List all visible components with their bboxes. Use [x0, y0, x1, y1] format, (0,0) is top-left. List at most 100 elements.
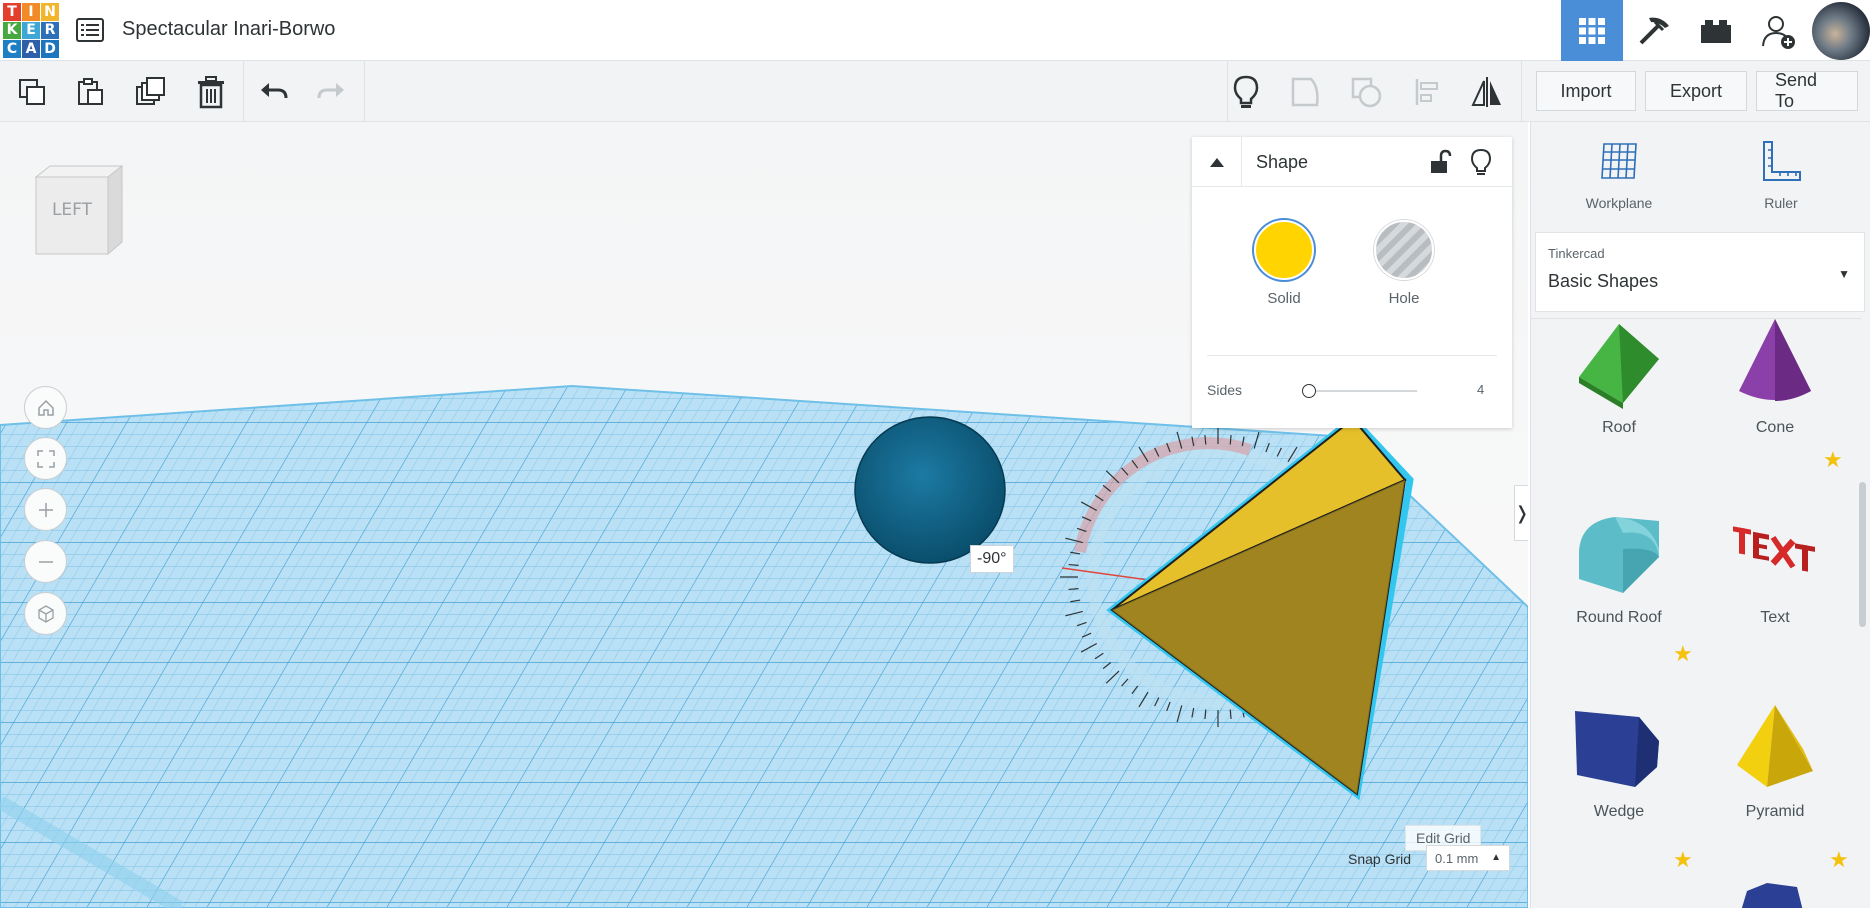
edit-toolbar: Import Export Send To	[0, 61, 1870, 122]
shape-name: Wedge	[1593, 803, 1645, 820]
design-title[interactable]: Spectacular Inari-Borwo	[122, 18, 335, 41]
ungroup-button[interactable]	[1344, 70, 1388, 114]
toolbar-divider	[243, 61, 244, 122]
fit-view-button[interactable]	[24, 437, 67, 480]
list-icon	[76, 18, 104, 42]
shape-text[interactable]: Text	[1705, 509, 1845, 669]
shape-roof[interactable]: Roof	[1549, 319, 1689, 479]
pyramid-shape-icon	[1737, 705, 1813, 787]
logo-letter: K	[3, 21, 21, 40]
group-icon	[1291, 77, 1319, 107]
user-avatar[interactable]	[1812, 2, 1870, 60]
workplane-tool[interactable]: Workplane	[1569, 138, 1669, 211]
3d-workspace[interactable]: LEFT Shape Solid Hole Sides 4 -90° Edit …	[0, 122, 1528, 908]
shape-library-select[interactable]: Tinkercad Basic Shapes ▼	[1535, 232, 1865, 312]
bricks-icon	[1701, 19, 1731, 43]
shape-name: Pyramid	[1745, 803, 1805, 820]
design-list-button[interactable]	[74, 14, 106, 46]
star-icon: ★	[1829, 847, 1849, 872]
roof-shape-icon	[1579, 324, 1659, 409]
dropdown-arrow-icon: ▼	[1838, 267, 1850, 281]
cone-shape-icon	[1739, 319, 1811, 401]
sides-slider-track[interactable]	[1307, 390, 1417, 392]
zoom-in-button[interactable]	[24, 488, 67, 531]
collapse-panel-button[interactable]: ❭	[1514, 485, 1528, 541]
trash-icon	[198, 76, 224, 109]
group-button[interactable]	[1284, 70, 1328, 114]
logo-letter: N	[41, 3, 59, 21]
pickaxe-icon	[1639, 17, 1669, 44]
hole-option[interactable]: Hole	[1374, 220, 1434, 307]
shape-pyramid[interactable]: Pyramid	[1705, 703, 1845, 863]
duplicate-icon	[136, 77, 165, 105]
sides-label: Sides	[1207, 382, 1243, 398]
triangle-up-icon: ▲	[1491, 852, 1501, 863]
sides-control: Sides 4	[1207, 355, 1497, 415]
lightbulb-icon	[1470, 148, 1492, 175]
tinkercad-logo[interactable]: T I N K E R C A D	[3, 3, 59, 58]
solid-swatch[interactable]	[1254, 220, 1314, 280]
logo-letter: D	[41, 40, 59, 58]
bricks-view-button[interactable]	[1685, 0, 1747, 61]
logo-letter: R	[41, 21, 59, 40]
lock-button[interactable]	[1424, 147, 1454, 177]
ungroup-icon	[1351, 77, 1382, 108]
top-bar: T I N K E R C A D Spectacular Inari-Borw…	[0, 0, 1870, 61]
duplicate-button[interactable]	[129, 70, 173, 114]
perspective-button[interactable]	[24, 592, 67, 635]
shape-grid: Roof Cone ★ Round Roof Text ★ Wedge Pyra…	[1531, 318, 1861, 908]
lightbulb-icon	[1233, 75, 1259, 108]
invite-user-button[interactable]	[1747, 0, 1809, 61]
shapes-scrollbar[interactable]	[1859, 482, 1866, 627]
workplane-label: Workplane	[1585, 195, 1653, 211]
inspector-title: Shape	[1256, 152, 1309, 172]
add-user-icon	[1762, 15, 1795, 49]
shape-wedge[interactable]: Wedge	[1549, 703, 1689, 863]
paste-icon	[78, 78, 103, 105]
snap-grid-label: Snap Grid	[1348, 851, 1412, 867]
plus-icon	[38, 502, 53, 517]
copy-button[interactable]	[10, 70, 54, 114]
show-all-button[interactable]	[1224, 70, 1268, 114]
redo-button[interactable]	[309, 70, 353, 114]
import-button[interactable]: Import	[1536, 71, 1636, 111]
hole-label: Hole	[1388, 290, 1420, 307]
logo-letter: A	[22, 40, 40, 58]
hole-swatch[interactable]	[1374, 220, 1434, 280]
paste-button[interactable]	[68, 70, 112, 114]
logo-letter: C	[3, 40, 21, 58]
wedge-shape-icon	[1575, 711, 1659, 787]
shape-name: Text	[1760, 609, 1790, 626]
home-view-button[interactable]	[24, 386, 67, 429]
ruler-tool[interactable]: Ruler	[1731, 138, 1831, 211]
blocks-view-button[interactable]	[1623, 0, 1685, 61]
shape-round-roof[interactable]: Round Roof	[1549, 509, 1689, 669]
shape-inspector: Shape Solid Hole Sides 4	[1192, 137, 1512, 428]
logo-letter: T	[3, 3, 21, 21]
delete-button[interactable]	[189, 70, 233, 114]
3d-design-view-button[interactable]	[1561, 0, 1623, 61]
sphere-shape[interactable]	[854, 416, 1006, 564]
solid-option[interactable]: Solid	[1254, 220, 1314, 307]
align-button[interactable]	[1406, 70, 1450, 114]
sides-value[interactable]: 4	[1477, 382, 1484, 397]
view-cube-face-label: LEFT	[51, 200, 93, 220]
sides-slider-handle[interactable]	[1302, 384, 1316, 398]
zoom-out-button[interactable]	[24, 540, 67, 583]
view-cube[interactable]: LEFT	[30, 162, 125, 257]
grid-view-icon	[1579, 17, 1605, 44]
shape-name: Round Roof	[1576, 609, 1662, 626]
library-name: Basic Shapes	[1548, 271, 1659, 291]
undo-button[interactable]	[252, 70, 296, 114]
chevron-right-icon: ❭	[1514, 503, 1528, 524]
unlock-icon	[1431, 149, 1452, 173]
export-button[interactable]: Export	[1645, 71, 1747, 111]
mirror-button[interactable]	[1465, 70, 1509, 114]
hide-shape-button[interactable]	[1466, 147, 1496, 177]
ruler-label: Ruler	[1764, 195, 1798, 211]
collapse-inspector-button[interactable]	[1192, 137, 1242, 187]
snap-grid-select[interactable]: 0.1 mm ▲	[1426, 845, 1510, 871]
rotation-angle-readout[interactable]: -90°	[970, 545, 1014, 573]
star-icon: ★	[1673, 847, 1693, 872]
send-to-button[interactable]: Send To	[1756, 70, 1858, 111]
